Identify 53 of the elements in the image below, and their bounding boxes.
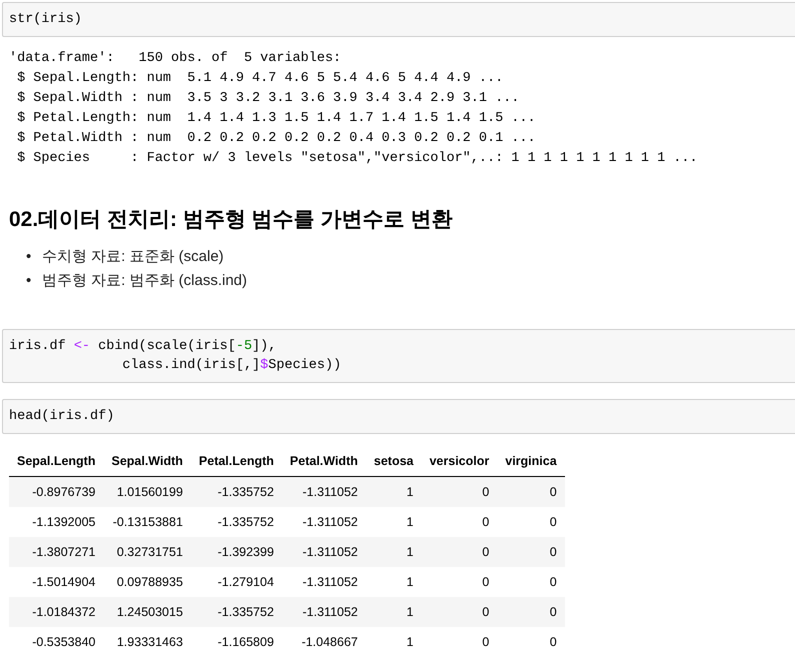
table-cell: -1.1392005 <box>9 507 104 537</box>
bullet-item: 수치형 자료: 표준화 (scale) <box>42 247 224 267</box>
table-cell: -0.13153881 <box>103 507 191 537</box>
output-line: 'data.frame': 150 obs. of 5 variables: <box>9 50 342 68</box>
bullet-icon: • <box>26 245 33 269</box>
table-cell: 1.24503015 <box>103 597 191 627</box>
table-cell: 1 <box>366 537 422 567</box>
code-cell[interactable]: str(iris) <box>2 2 795 37</box>
table-cell: -1.5014904 <box>9 567 104 597</box>
table-cell: -1.335752 <box>190 476 282 507</box>
section-heading: 02.데이터 전치리: 범주형 범수를 가변수로 변환 <box>9 207 452 233</box>
table-cell: 0.32731751 <box>103 537 191 567</box>
table-cell: -1.279104 <box>190 567 282 597</box>
table-cell: 1 <box>366 567 422 597</box>
table-cell: -1.311052 <box>282 476 366 507</box>
table-cell: 0 <box>421 597 498 627</box>
table-cell: 0 <box>421 507 498 537</box>
output-line: $ Sepal.Width : num 3.5 3 3.2 3.1 3.6 3.9 3.4 3.4 2.9 3.1 ... <box>16 90 520 108</box>
table-cell: -1.311052 <box>282 537 366 567</box>
table-cell: 1 <box>366 597 422 627</box>
table-cell: -1.311052 <box>282 597 366 627</box>
table-cell: 0 <box>497 567 565 597</box>
code-cell[interactable]: head(iris.df) <box>2 399 795 434</box>
table-cell: -1.335752 <box>190 507 282 537</box>
code-line: class.ind(iris[,]$Species)) <box>121 357 342 375</box>
table-cell: 1.01560199 <box>103 476 191 507</box>
table-cell: -1.335752 <box>190 597 282 627</box>
table-cell: -0.8976739 <box>9 476 104 507</box>
code-line: head(iris.df) <box>9 408 116 426</box>
table-cell: 1 <box>366 476 422 507</box>
bullet-icon: • <box>26 269 33 293</box>
bullet-item: 범주형 자료: 범주화 (class.ind) <box>42 271 248 291</box>
table-cell: 0 <box>497 476 565 507</box>
table-cell: 0.09788935 <box>103 567 191 597</box>
table-cell: 0 <box>421 476 498 507</box>
table-cell: 1 <box>366 507 422 537</box>
output-line: $ Sepal.Length: num 5.1 4.9 4.7 4.6 5 5.4 4.6 5 4.4 4.9 ... <box>16 70 504 88</box>
table-cell: 0 <box>497 537 565 567</box>
table-cell: -1.311052 <box>282 567 366 597</box>
output-line: $ Petal.Length: num 1.4 1.4 1.3 1.5 1.4 1.7 1.4 1.5 1.4 1.5 ... <box>16 110 536 128</box>
table-cell: 0 <box>497 507 565 537</box>
code-cell[interactable]: iris.df <- cbind(scale(iris[-5]), class.ind(iris[,]$Species)) <box>2 329 795 383</box>
table-cell: 0 <box>421 567 498 597</box>
table-cell: -1.392399 <box>190 537 282 567</box>
code-line: str(iris) <box>9 11 83 29</box>
table-cell: -1.0184372 <box>9 597 104 627</box>
table-cell: 0 <box>421 537 498 567</box>
table-cell: -1.3807271 <box>9 537 104 567</box>
table-cell: 0 <box>497 597 565 627</box>
output-line: $ Petal.Width : num 0.2 0.2 0.2 0.2 0.2 0.4 0.3 0.2 0.2 0.1 ... <box>16 130 536 148</box>
code-line: iris.df <- cbind(scale(iris[-5]), <box>9 338 278 356</box>
output-line: $ Species : Factor w/ 3 levels "setosa","versicolor",..: 1 1 1 1 1 1 1 1 1 1 ... <box>16 150 698 168</box>
table-cell: -1.311052 <box>282 507 366 537</box>
